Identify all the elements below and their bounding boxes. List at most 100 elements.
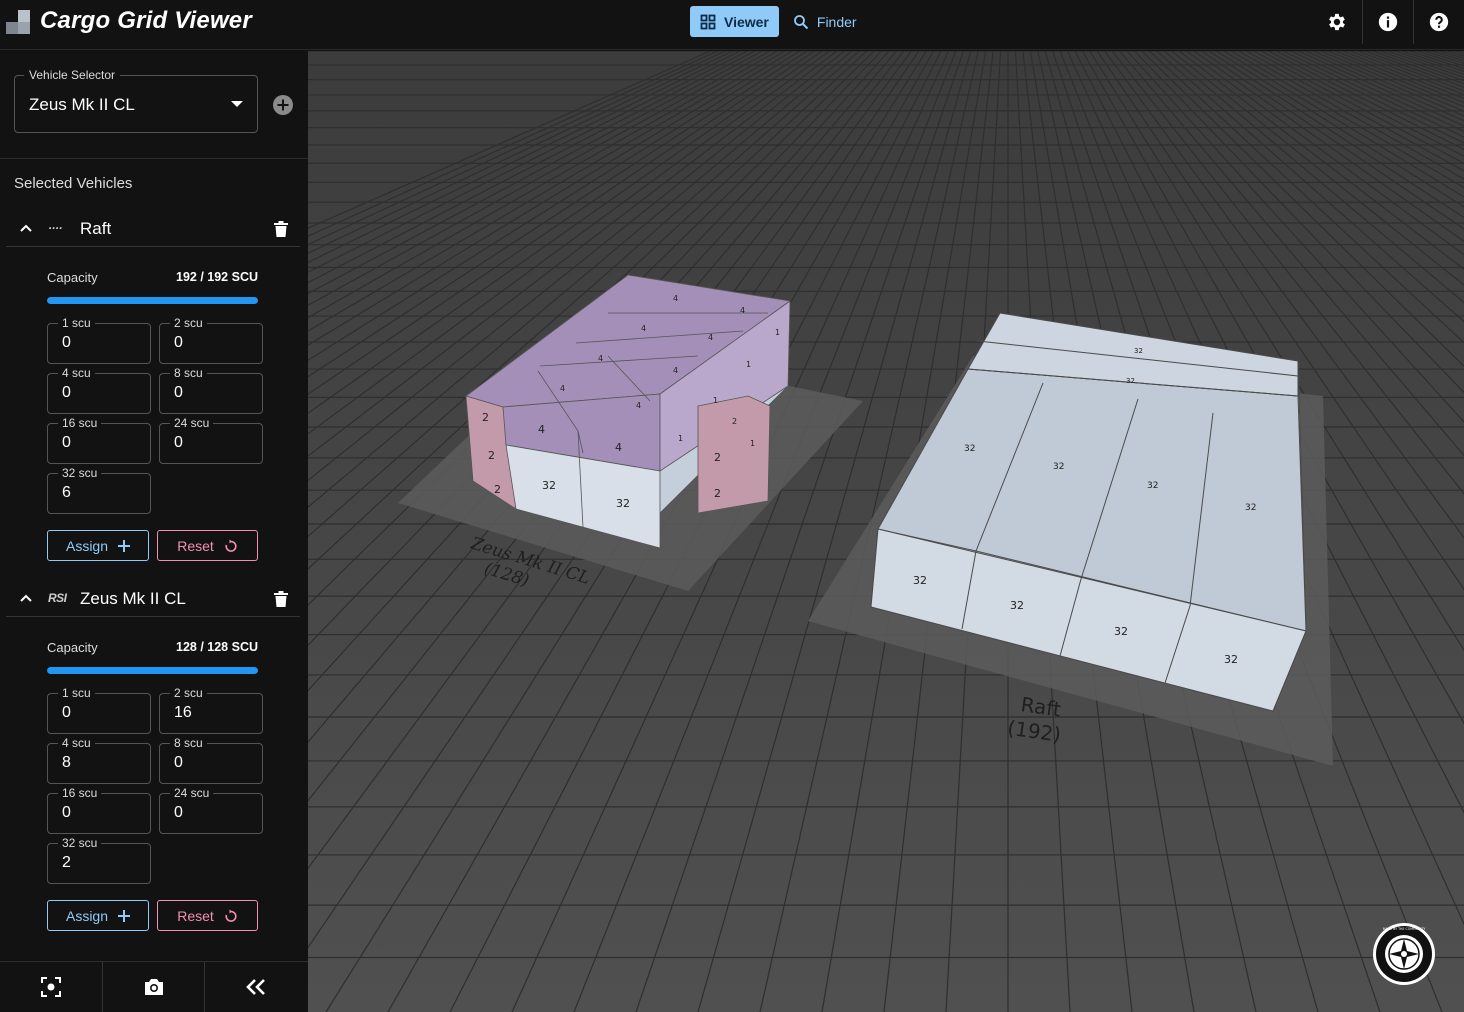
vehicle-selector-value: Zeus Mk II CL (29, 95, 135, 114)
box-label-32: 32 (913, 574, 927, 587)
box-label-1: 1 (678, 434, 683, 443)
main-nav: Viewer Finder (690, 6, 867, 37)
sidebar-toolbar (0, 961, 308, 1012)
scu-8-field[interactable]: 8 scu 0 (159, 736, 263, 784)
scu-32-field[interactable]: 32 scu 6 (47, 466, 151, 514)
box-label-1: 1 (746, 360, 751, 369)
scu-24-field[interactable]: 24 scu 0 (159, 416, 263, 464)
vehicle-name: Raft (80, 219, 112, 238)
box-label-2: 2 (732, 417, 737, 426)
box-label-4: 4 (708, 333, 713, 342)
box-label-4: 4 (641, 324, 646, 333)
info-icon (1378, 12, 1398, 32)
add-vehicle-button[interactable] (272, 94, 294, 116)
help-icon (1429, 12, 1449, 32)
box-label-1: 1 (750, 439, 755, 448)
box-label-32: 32 (542, 479, 556, 492)
collapse-sidebar-button[interactable] (204, 962, 306, 1012)
vehicle-selector-label: Vehicle Selector (24, 68, 121, 82)
tab-finder-label: Finder (816, 13, 857, 30)
box-label-1: 1 (713, 396, 718, 405)
assign-button[interactable]: Assign (47, 530, 149, 561)
box-label-2: 2 (482, 411, 489, 424)
scu-24-field[interactable]: 24 scu 0 (159, 786, 263, 834)
box-label-32: 32 (1053, 462, 1064, 472)
divider (0, 158, 308, 159)
sidebar: Vehicle Selector Zeus Mk II CL Selected … (0, 51, 308, 1012)
box-label-4: 4 (673, 366, 678, 375)
center-focus-icon (41, 977, 61, 997)
capacity-value: 128 / 128 SCU (176, 640, 258, 654)
grid-view-icon (700, 14, 716, 29)
badge-text: MADE BY THE COMMUNITY (1383, 927, 1426, 931)
capacity-progress (47, 667, 258, 674)
top-bar: Cargo Grid Viewer Viewer Finder (0, 0, 1464, 50)
tab-finder[interactable]: Finder (783, 6, 867, 37)
reset-icon (225, 909, 237, 922)
screenshot-button[interactable] (102, 962, 204, 1012)
selected-vehicles-title: Selected Vehicles (14, 175, 133, 192)
scu-32-field[interactable]: 32 scu 2 (47, 836, 151, 884)
box-label-32: 32 (1114, 625, 1128, 638)
box-label-4: 4 (636, 401, 641, 410)
capacity-label: Capacity (47, 270, 98, 285)
vehicle-header-zeus[interactable]: RSI Zeus Mk II CL (6, 581, 300, 617)
scu-16-field[interactable]: 16 scu 0 (47, 786, 151, 834)
capacity-label: Capacity (47, 640, 98, 655)
scu-4-field[interactable]: 4 scu 0 (47, 366, 151, 414)
box-label-2: 2 (714, 487, 721, 500)
vehicle-name: Zeus Mk II CL (80, 589, 186, 608)
scu-16-field[interactable]: 16 scu 0 (47, 416, 151, 464)
box-label-4: 4 (598, 354, 603, 363)
cargo-logo-icon (6, 10, 30, 34)
box-label-32: 32 (1147, 481, 1158, 491)
box-label-4: 4 (560, 384, 565, 393)
box-label-4: 4 (673, 294, 678, 303)
capacity-progress (47, 297, 258, 304)
scu-4-field[interactable]: 4 scu 8 (47, 736, 151, 784)
box-label-32: 32 (1010, 599, 1024, 612)
capacity-value: 192 / 192 SCU (176, 270, 258, 284)
manufacturer-logo: ···· (48, 221, 62, 235)
chevron-up-icon[interactable] (20, 223, 32, 233)
caret-down-icon (231, 101, 243, 107)
settings-button[interactable] (1311, 0, 1362, 44)
box-label-2: 2 (488, 449, 495, 462)
scu-1-field[interactable]: 1 scu 0 (47, 316, 151, 364)
vehicle-selector[interactable]: Vehicle Selector Zeus Mk II CL (14, 68, 258, 133)
trash-icon[interactable] (274, 221, 288, 237)
chevron-up-icon[interactable] (20, 593, 32, 603)
vehicle-header-raft[interactable]: ···· Raft (6, 211, 300, 247)
plus-icon (118, 909, 131, 922)
scene-canvas[interactable]: 32 32 4 4 4 4 4 4 4 4 4 4 2 2 2 2 2 2 1 … (308, 51, 1464, 1012)
scu-1-field[interactable]: 1 scu 0 (47, 686, 151, 734)
tab-viewer-label: Viewer (724, 13, 769, 30)
tab-viewer[interactable]: Viewer (690, 6, 779, 37)
box-label-2: 2 (714, 451, 721, 464)
box-label-4: 4 (538, 423, 545, 436)
box-label-32: 32 (1224, 653, 1238, 666)
plus-icon (118, 539, 131, 552)
trash-icon[interactable] (274, 591, 288, 607)
made-by-community-badge[interactable]: MADE BY THE COMMUNITY (1372, 922, 1436, 986)
box-label-32: 32 (616, 497, 630, 510)
search-icon (793, 14, 809, 29)
box-label-4: 4 (615, 441, 622, 454)
app-title: Cargo Grid Viewer (40, 7, 252, 34)
manufacturer-logo: RSI (48, 591, 67, 605)
scu-2-field[interactable]: 2 scu 0 (159, 316, 263, 364)
gear-icon (1328, 13, 1345, 31)
camera-icon (144, 979, 163, 995)
cargo-3d-viewport[interactable]: 32 32 4 4 4 4 4 4 4 4 4 4 2 2 2 2 2 2 1 … (308, 51, 1464, 1012)
reset-button[interactable]: Reset (157, 900, 258, 931)
assign-button[interactable]: Assign (47, 900, 149, 931)
scu-2-field[interactable]: 2 scu 16 (159, 686, 263, 734)
box-label-2: 2 (494, 483, 501, 496)
info-button[interactable] (1362, 0, 1413, 44)
reset-icon (225, 539, 237, 552)
scu-8-field[interactable]: 8 scu 0 (159, 366, 263, 414)
focus-view-button[interactable] (0, 962, 102, 1012)
reset-button[interactable]: Reset (157, 530, 258, 561)
help-button[interactable] (1413, 0, 1464, 44)
box-label-32: 32 (1126, 377, 1135, 385)
